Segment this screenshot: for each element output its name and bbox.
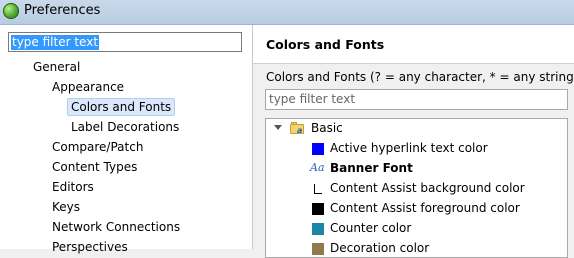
color-swatch (314, 184, 322, 194)
list-item[interactable]: Aa Banner Font (310, 159, 562, 179)
tree-filter-text: type filter text (11, 35, 100, 50)
list-item[interactable]: Content Assist foreground color (312, 199, 562, 219)
tree-item-general[interactable]: General (33, 58, 80, 76)
color-swatch (312, 143, 324, 155)
colors-filter-input[interactable]: type filter text (265, 89, 568, 110)
list-item-label: Content Assist background color (330, 181, 525, 195)
title-bar: Preferences (0, 0, 574, 25)
font-icon: Aa (310, 161, 325, 174)
page-description: Colors and Fonts (? = any character, * =… (266, 70, 574, 84)
list-item-label: Active hyperlink text color (330, 141, 488, 155)
color-swatch (312, 223, 324, 235)
collapse-arrow-icon[interactable] (274, 125, 282, 130)
tree-item-content-types[interactable]: Content Types (52, 158, 137, 176)
page-title: Colors and Fonts (266, 37, 385, 52)
eclipse-icon (3, 3, 19, 19)
tree-item-perspectives[interactable]: Perspectives (52, 238, 128, 256)
tree-item-appearance[interactable]: Appearance (52, 78, 124, 96)
color-swatch (312, 243, 324, 255)
list-item[interactable]: Counter color (312, 219, 562, 239)
tree-item-compare-patch[interactable]: Compare/Patch (52, 138, 143, 156)
tree-item-label-decorations[interactable]: Label Decorations (71, 118, 179, 136)
colors-fonts-tree[interactable]: a Basic Active hyperlink text color Aa B… (265, 118, 568, 258)
list-item[interactable]: Active hyperlink text color (312, 139, 562, 159)
tree-item-colors-and-fonts[interactable]: Colors and Fonts (67, 98, 176, 116)
folder-icon: a (290, 122, 305, 135)
category-basic[interactable]: a Basic (266, 119, 566, 139)
tree-item-network-connections[interactable]: Network Connections (52, 218, 180, 236)
preference-tree-pane: type filter text General Appearance Colo… (0, 25, 253, 254)
category-label: Basic (311, 121, 343, 135)
tree-item-keys[interactable]: Keys (52, 198, 80, 216)
preference-page: Colors and Fonts Colors and Fonts (? = a… (253, 25, 574, 258)
colors-filter-placeholder: type filter text (269, 92, 356, 106)
window-title: Preferences (24, 3, 101, 18)
list-item[interactable]: Content Assist background color (312, 179, 562, 199)
list-item-label: Content Assist foreground color (330, 201, 520, 215)
list-item-label: Decoration color (330, 241, 430, 255)
list-item-label: Counter color (330, 221, 412, 235)
color-swatch (312, 203, 324, 215)
list-item-label: Banner Font (330, 161, 413, 175)
page-header: Colors and Fonts (253, 25, 574, 64)
tree-item-editors[interactable]: Editors (52, 178, 94, 196)
tree-filter-input[interactable]: type filter text (8, 32, 242, 52)
